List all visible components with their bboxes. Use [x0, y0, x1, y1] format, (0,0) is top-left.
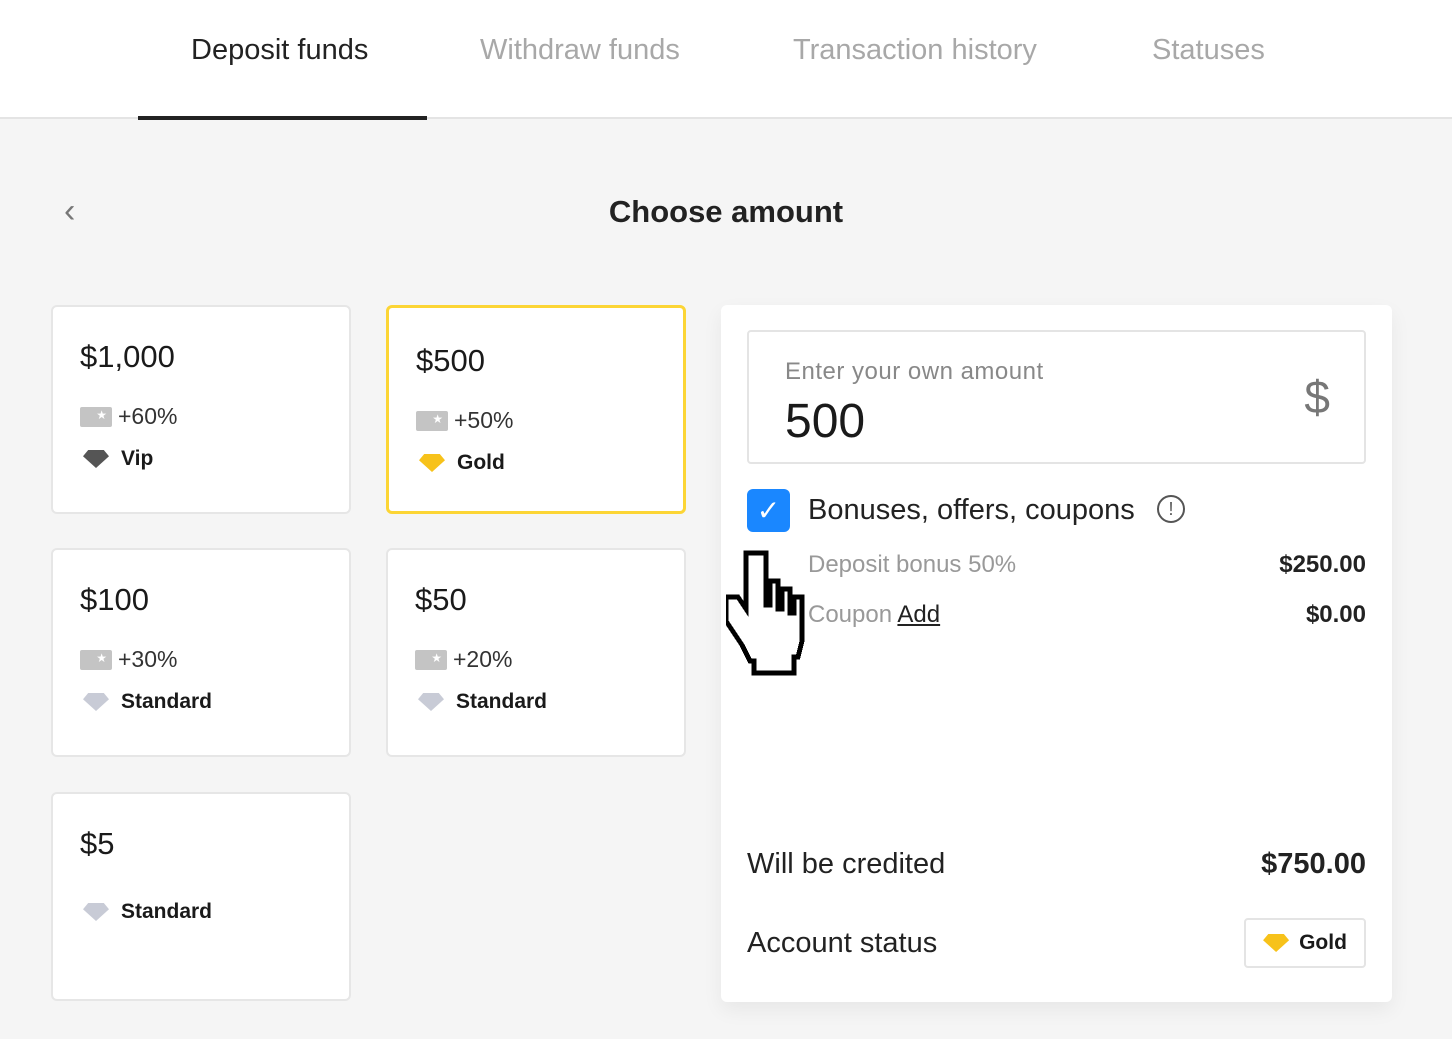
page-title: Choose amount: [608, 194, 844, 229]
bonus-percent: +20%: [453, 646, 513, 672]
card-status: Gold: [419, 451, 505, 475]
card-bonus: +50%: [416, 407, 513, 434]
tab-transaction-history[interactable]: Transaction history: [793, 34, 1037, 67]
status-badge-label: Gold: [1299, 931, 1347, 954]
tab-statuses[interactable]: Statuses: [1152, 34, 1265, 67]
info-icon[interactable]: !: [1157, 495, 1185, 523]
card-status: Standard: [418, 690, 547, 714]
coupon-label: Coupon: [808, 601, 893, 628]
account-status-label: Account status: [747, 927, 938, 959]
card-bonus: +20%: [415, 646, 512, 673]
diamond-icon: [83, 903, 109, 921]
status-label: Standard: [121, 900, 213, 923]
diamond-icon: [1263, 934, 1290, 952]
card-amount: $5: [80, 826, 115, 861]
bonus-percent: +50%: [454, 407, 514, 433]
amount-card-50[interactable]: $50 +20% Standard: [386, 548, 686, 757]
dollar-icon: $: [1304, 371, 1330, 423]
ticket-icon: [416, 410, 448, 431]
diamond-icon: [83, 693, 109, 711]
status-label: Gold: [457, 451, 505, 474]
bonuses-label[interactable]: Bonuses, offers, coupons: [808, 494, 1135, 527]
card-status: Vip: [83, 447, 153, 471]
amount-card-1000[interactable]: $1,000 +60% Vip: [51, 305, 351, 514]
card-bonus: +60%: [80, 403, 177, 430]
status-label: Standard: [456, 690, 548, 713]
coupon-value: $0.00: [1305, 601, 1366, 628]
credited-label: Will be credited: [747, 848, 946, 880]
status-label: Standard: [121, 690, 213, 713]
bonus-percent: +30%: [118, 646, 178, 672]
card-amount: $50: [415, 582, 467, 617]
ticket-icon: [415, 649, 447, 670]
amount-card-500[interactable]: $500 +50% Gold: [386, 305, 686, 514]
deposit-bonus-value: $250.00: [1279, 551, 1366, 578]
tab-withdraw-funds[interactable]: Withdraw funds: [480, 34, 680, 67]
amount-summary-panel: Enter your own amount $ ✓ Bonuses, offer…: [721, 305, 1392, 1002]
deposit-bonus-row: Deposit bonus 50% $250.00: [808, 551, 1366, 579]
add-coupon-link[interactable]: Add: [897, 601, 940, 628]
card-status: Standard: [83, 900, 212, 924]
custom-amount-input[interactable]: [785, 394, 1265, 449]
bonuses-checkbox[interactable]: ✓: [747, 489, 790, 532]
coupon-row: Coupon Add $0.00: [808, 601, 1366, 629]
card-amount: $500: [416, 343, 485, 378]
diamond-icon: [83, 450, 109, 468]
ticket-icon: [80, 406, 112, 427]
card-bonus: +30%: [80, 646, 177, 673]
credited-value: $750.00: [1261, 848, 1366, 880]
tab-deposit-funds[interactable]: Deposit funds: [191, 34, 368, 67]
card-amount: $100: [80, 582, 149, 617]
credited-row: Will be credited $750.00: [747, 848, 1366, 881]
active-tab-indicator: [138, 116, 427, 120]
status-label: Vip: [121, 447, 154, 470]
deposit-bonus-label: Deposit bonus 50%: [808, 551, 1017, 578]
amount-card-100[interactable]: $100 +30% Standard: [51, 548, 351, 757]
card-amount: $1,000: [80, 339, 175, 374]
bonus-percent: +60%: [118, 403, 178, 429]
amount-card-5[interactable]: $5 Standard: [51, 792, 351, 1001]
custom-amount-field[interactable]: Enter your own amount $: [747, 330, 1366, 464]
status-badge: Gold: [1244, 918, 1366, 968]
ticket-icon: [80, 649, 112, 670]
card-status: Standard: [83, 690, 212, 714]
custom-amount-label: Enter your own amount: [785, 358, 1044, 385]
diamond-icon: [418, 693, 444, 711]
diamond-icon: [419, 454, 445, 472]
tab-bar: Deposit funds Withdraw funds Transaction…: [0, 0, 1452, 120]
